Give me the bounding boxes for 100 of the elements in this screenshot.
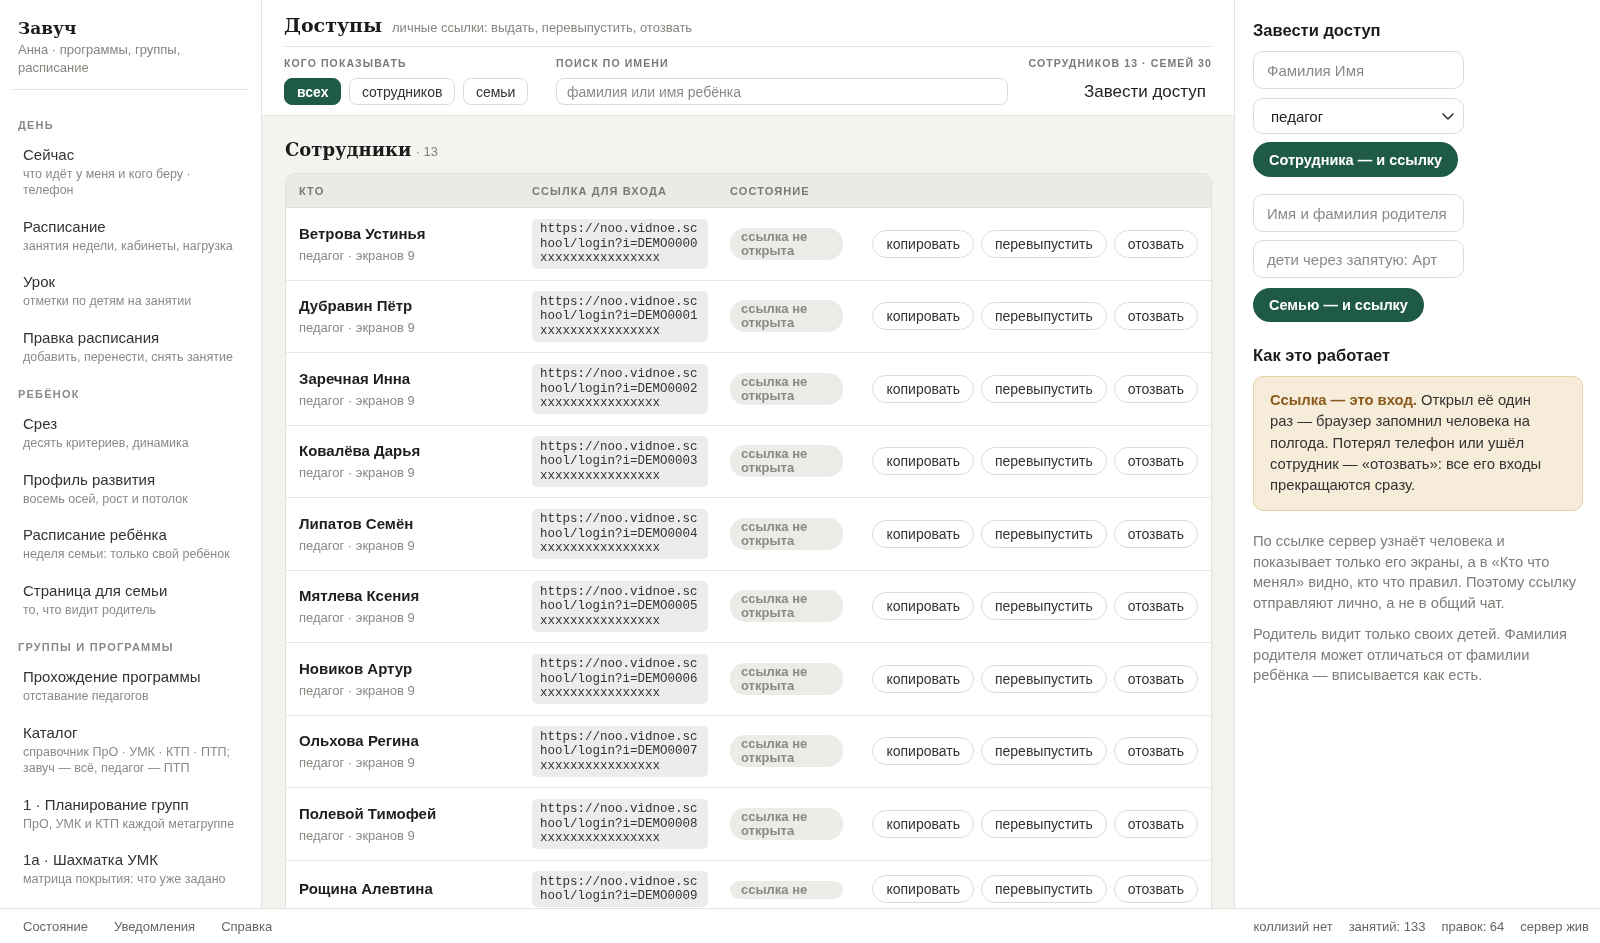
- status-link[interactable]: Справка: [221, 918, 273, 934]
- filter-tab[interactable]: сотрудников: [348, 78, 456, 105]
- revoke-button[interactable]: отозвать: [1113, 374, 1198, 403]
- revoke-button[interactable]: отозвать: [1113, 737, 1198, 766]
- reissue-button[interactable]: перевыпустить: [980, 229, 1107, 258]
- person-name: Новиков Артур: [299, 658, 414, 679]
- copy-button[interactable]: копировать: [872, 519, 974, 548]
- nav-item[interactable]: Страница для семьи то, что видит родитель: [0, 571, 261, 628]
- search-field[interactable]: фамилия или имя ребёнка: [556, 78, 1008, 105]
- revoke-button[interactable]: отозвать: [1113, 809, 1198, 838]
- person-role: педагог · экранов 9: [299, 464, 416, 482]
- revoke-button[interactable]: отозвать: [1113, 875, 1198, 903]
- staff-name-field[interactable]: Фамилия Имя: [1253, 51, 1464, 89]
- add-family-button[interactable]: Семью — и ссылку: [1253, 288, 1424, 322]
- login-url: https://noo.vidnoe.school/login?i=DEMO0002xxxxxxxxxxxxxxxx: [532, 363, 708, 414]
- login-url: https://noo.vidnoe.school/login?i=DEMO0009: [532, 871, 708, 907]
- reissue-button[interactable]: перевыпустить: [980, 302, 1107, 331]
- nav-item[interactable]: Урок отметки по детям на занятии: [0, 263, 261, 319]
- copy-button[interactable]: копировать: [872, 875, 974, 903]
- reissue-button[interactable]: перевыпустить: [980, 592, 1107, 621]
- copy-button[interactable]: копировать: [872, 664, 974, 693]
- revoke-button[interactable]: отозвать: [1113, 302, 1198, 331]
- copy-button[interactable]: копировать: [872, 737, 974, 766]
- filter-tab[interactable]: семьи: [462, 78, 529, 105]
- section-label: ГРУППЫ И ПРОГРАММЫ: [17, 640, 175, 655]
- copy-button[interactable]: копировать: [872, 374, 974, 403]
- nav-item[interactable]: 1а · Шахматка УМК матрица покрытия: что уже задано: [0, 841, 261, 897]
- link-status: ссылка не: [730, 880, 843, 899]
- revoke-button[interactable]: отозвать: [1113, 519, 1198, 548]
- copy-button[interactable]: копировать: [872, 592, 974, 621]
- link-status: ссылка не открыта: [730, 517, 843, 550]
- copy-button[interactable]: копировать: [872, 302, 974, 331]
- person-role: педагог · экранов 9: [299, 246, 416, 264]
- nav-item[interactable]: Каталог справочник ПрО · УМК · КТП · ПТП; завуч — всё, педагог — ПТП: [0, 713, 261, 786]
- person-name: Ковалёва Дарья: [299, 441, 422, 462]
- reissue-button[interactable]: перевыпустить: [980, 737, 1107, 766]
- nav-item[interactable]: Расписание ребёнка неделя семьи: только свой ребёнок: [0, 516, 261, 572]
- login-url: https://noo.vidnoe.school/login?i=DEMO0008xxxxxxxxxxxxxxxx: [532, 798, 708, 849]
- revoke-button[interactable]: отозвать: [1113, 664, 1198, 693]
- column-header: ССЫЛКА ДЛЯ ВХОДА: [532, 184, 668, 197]
- copy-button[interactable]: копировать: [872, 229, 974, 258]
- nav-item[interactable]: Правка расписания добавить, перенести, снять занятие: [0, 318, 261, 375]
- reissue-button[interactable]: перевыпустить: [980, 664, 1107, 693]
- reissue-button[interactable]: перевыпустить: [980, 875, 1107, 903]
- children-field[interactable]: дети через запятую: Арт: [1253, 240, 1464, 278]
- person-role: педагог · экранов 9: [299, 826, 416, 844]
- person-name: Дубравин Пётр: [299, 296, 414, 317]
- help-paragraph: По ссылке сервер узнаёт человека и показывает только его экраны, а в «Кто что менял» видно, кто что правил. Поэтому ссылку отправляют лично, а не в общий чат.: [1253, 532, 1578, 613]
- nav-item[interactable]: Сейчас что идёт у меня и кого беру · телефон: [0, 135, 261, 208]
- help-paragraph: Родитель видит только своих детей. Фамилия родителя может отличаться от фамилии ребёнка — вписывается как есть.: [1253, 625, 1568, 686]
- nav-item[interactable]: Профиль развития восемь осей, рост и потолок: [0, 460, 261, 517]
- page-title: Доступы: [284, 13, 383, 37]
- person-name: Мятлева Ксения: [299, 586, 421, 607]
- login-url: https://noo.vidnoe.school/login?i=DEMO0003xxxxxxxxxxxxxxxx: [532, 436, 708, 487]
- login-url: https://noo.vidnoe.school/login?i=DEMO0006xxxxxxxxxxxxxxxx: [532, 653, 708, 704]
- counts-label: СОТРУДНИКОВ 13 · СЕМЕЙ 30: [1028, 56, 1212, 70]
- status-link[interactable]: Состояние: [23, 918, 88, 934]
- login-url: https://noo.vidnoe.school/login?i=DEMO0004xxxxxxxxxxxxxxxx: [532, 508, 708, 559]
- link-status: ссылка не открыта: [730, 445, 843, 478]
- link-status: ссылка не открыта: [730, 300, 843, 333]
- revoke-button[interactable]: отозвать: [1113, 447, 1198, 476]
- revoke-button[interactable]: отозвать: [1113, 229, 1198, 258]
- status-stat: коллизий нет: [1253, 918, 1333, 934]
- role-select[interactable]: педагог: [1253, 98, 1464, 134]
- copy-button[interactable]: копировать: [872, 447, 974, 476]
- filter-tab[interactable]: всех: [284, 78, 342, 105]
- copy-button[interactable]: копировать: [872, 809, 974, 838]
- nav-item[interactable]: Срез десять критериев, динамика: [0, 405, 261, 461]
- status-stat: занятий: 133: [1348, 918, 1426, 934]
- status-stat: сервер жив: [1520, 918, 1589, 934]
- section-title: Сотрудники: [285, 138, 412, 162]
- info-note: Ссылка — это вход. Открыл её один раз — браузер запомнил человека на полгода. Потерял телефон или ушёл сотрудник — «отозвать»: все его входы прекращаются сразу.: [1253, 376, 1583, 512]
- status-stat: правок: 64: [1441, 918, 1505, 934]
- nav-item[interactable]: Прохождение программы отставание педагогов: [0, 658, 261, 714]
- person-name: Рощина Алевтина: [299, 879, 434, 899]
- parent-name-field[interactable]: Имя и фамилия родителя: [1253, 194, 1464, 232]
- column-header: СОСТОЯНИЕ: [730, 184, 811, 197]
- status-link[interactable]: Уведомления: [113, 918, 196, 934]
- login-url: https://noo.vidnoe.school/login?i=DEMO0001xxxxxxxxxxxxxxxx: [532, 291, 708, 342]
- link-status: ссылка не открыта: [730, 735, 843, 768]
- person-role: педагог · экранов 9: [299, 536, 416, 554]
- person-role: педагог · экранов 9: [299, 681, 416, 699]
- add-staff-button[interactable]: Сотрудника — и ссылку: [1253, 142, 1459, 177]
- create-access-button[interactable]: Завести доступ: [1077, 79, 1212, 104]
- login-url: https://noo.vidnoe.school/login?i=DEMO0007xxxxxxxxxxxxxxxx: [532, 726, 708, 777]
- reissue-button[interactable]: перевыпустить: [980, 809, 1107, 838]
- nav-item[interactable]: 1 · Планирование групп ПрО, УМК и КТП каждой метагруппе: [0, 785, 261, 842]
- person-role: педагог · экранов 9: [299, 319, 416, 337]
- user-subtitle: Анна · программы, группы, расписание: [18, 41, 182, 78]
- link-status: ссылка не открыта: [730, 662, 843, 695]
- app-title: Завуч: [18, 17, 78, 39]
- nav-item[interactable]: Расписание занятия недели, кабинеты, нагрузка: [0, 207, 261, 264]
- person-role: педагог · экранов 9: [299, 391, 416, 409]
- reissue-button[interactable]: перевыпустить: [980, 519, 1107, 548]
- link-status: ссылка не открыта: [730, 372, 843, 405]
- reissue-button[interactable]: перевыпустить: [980, 374, 1107, 403]
- section-count: · 13: [415, 144, 438, 159]
- reissue-button[interactable]: перевыпустить: [980, 447, 1107, 476]
- revoke-button[interactable]: отозвать: [1113, 592, 1198, 621]
- page-subtitle: личные ссылки: выдать, перевыпустить, отозвать: [392, 20, 693, 35]
